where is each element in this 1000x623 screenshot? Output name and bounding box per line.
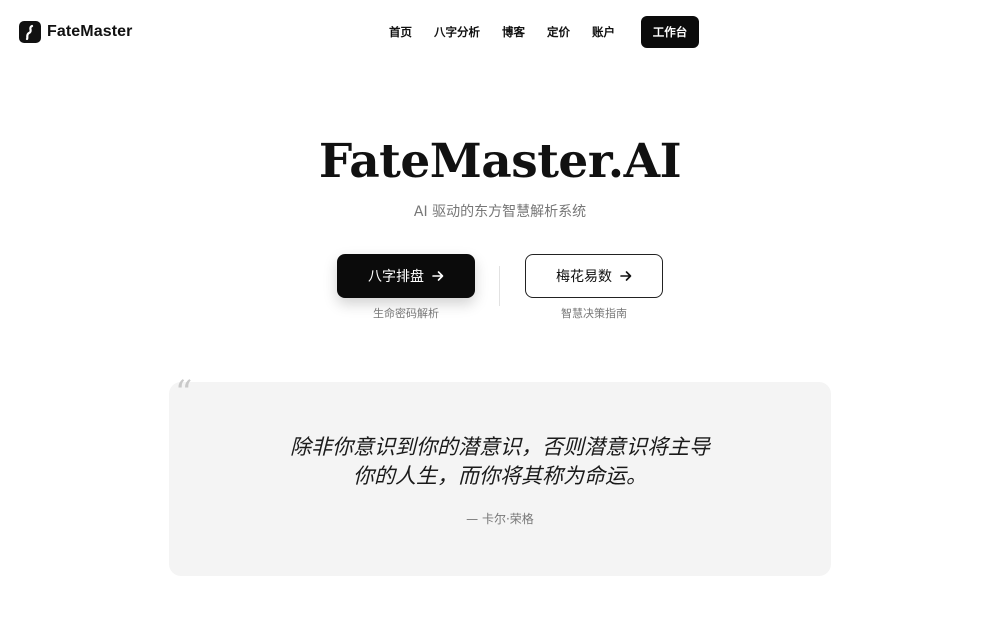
quote-text: 除非你意识到你的潜意识，否则潜意识将主导 你的人生，而你将其称为命运。 bbox=[169, 433, 831, 491]
fate-logo-icon bbox=[19, 21, 41, 43]
hero-title: FateMaster.AI bbox=[318, 134, 682, 189]
workspace-button[interactable]: 工作台 bbox=[641, 16, 699, 48]
bazi-action: 八字排盘 生命密码解析 bbox=[337, 254, 475, 321]
quote-line: 你的人生，而你将其称为命运。 bbox=[353, 464, 647, 488]
quote-card: “ 除非你意识到你的潜意识，否则潜意识将主导 你的人生，而你将其称为命运。 — … bbox=[169, 376, 831, 576]
brand[interactable]: FateMaster bbox=[19, 21, 132, 43]
nav-link-account[interactable]: 账户 bbox=[592, 24, 615, 40]
quote-line: 除非你意识到你的潜意识，否则潜意识将主导 bbox=[290, 435, 710, 459]
meihua-yishu-button[interactable]: 梅花易数 bbox=[525, 254, 663, 298]
action-divider bbox=[499, 266, 500, 306]
nav-link-home[interactable]: 首页 bbox=[389, 24, 412, 40]
bazi-chart-button-label: 八字排盘 bbox=[368, 269, 424, 285]
bazi-chart-caption: 生命密码解析 bbox=[373, 307, 439, 320]
brand-name: FateMaster bbox=[47, 23, 133, 40]
nav-link-blog[interactable]: 博客 bbox=[502, 24, 525, 40]
nav-link-pricing[interactable]: 定价 bbox=[547, 24, 570, 40]
arrow-right-icon bbox=[620, 270, 632, 282]
quote-mark-icon: “ bbox=[175, 373, 193, 413]
meihua-action: 梅花易数 智慧决策指南 bbox=[525, 254, 663, 321]
arrow-right-icon bbox=[432, 270, 444, 282]
bazi-chart-button[interactable]: 八字排盘 bbox=[337, 254, 475, 298]
meihua-yishu-caption: 智慧决策指南 bbox=[561, 307, 627, 320]
quote-author: — 卡尔·荣格 bbox=[466, 512, 534, 526]
site-header: FateMaster 首页 八字分析 博客 定价 账户 工作台 bbox=[0, 0, 1000, 64]
main-nav: 首页 八字分析 博客 定价 账户 工作台 bbox=[389, 16, 699, 48]
hero-subtitle: AI 驱动的东方智慧解析系统 bbox=[413, 204, 587, 220]
nav-link-bazi-analysis[interactable]: 八字分析 bbox=[434, 24, 480, 40]
meihua-yishu-button-label: 梅花易数 bbox=[556, 269, 612, 285]
